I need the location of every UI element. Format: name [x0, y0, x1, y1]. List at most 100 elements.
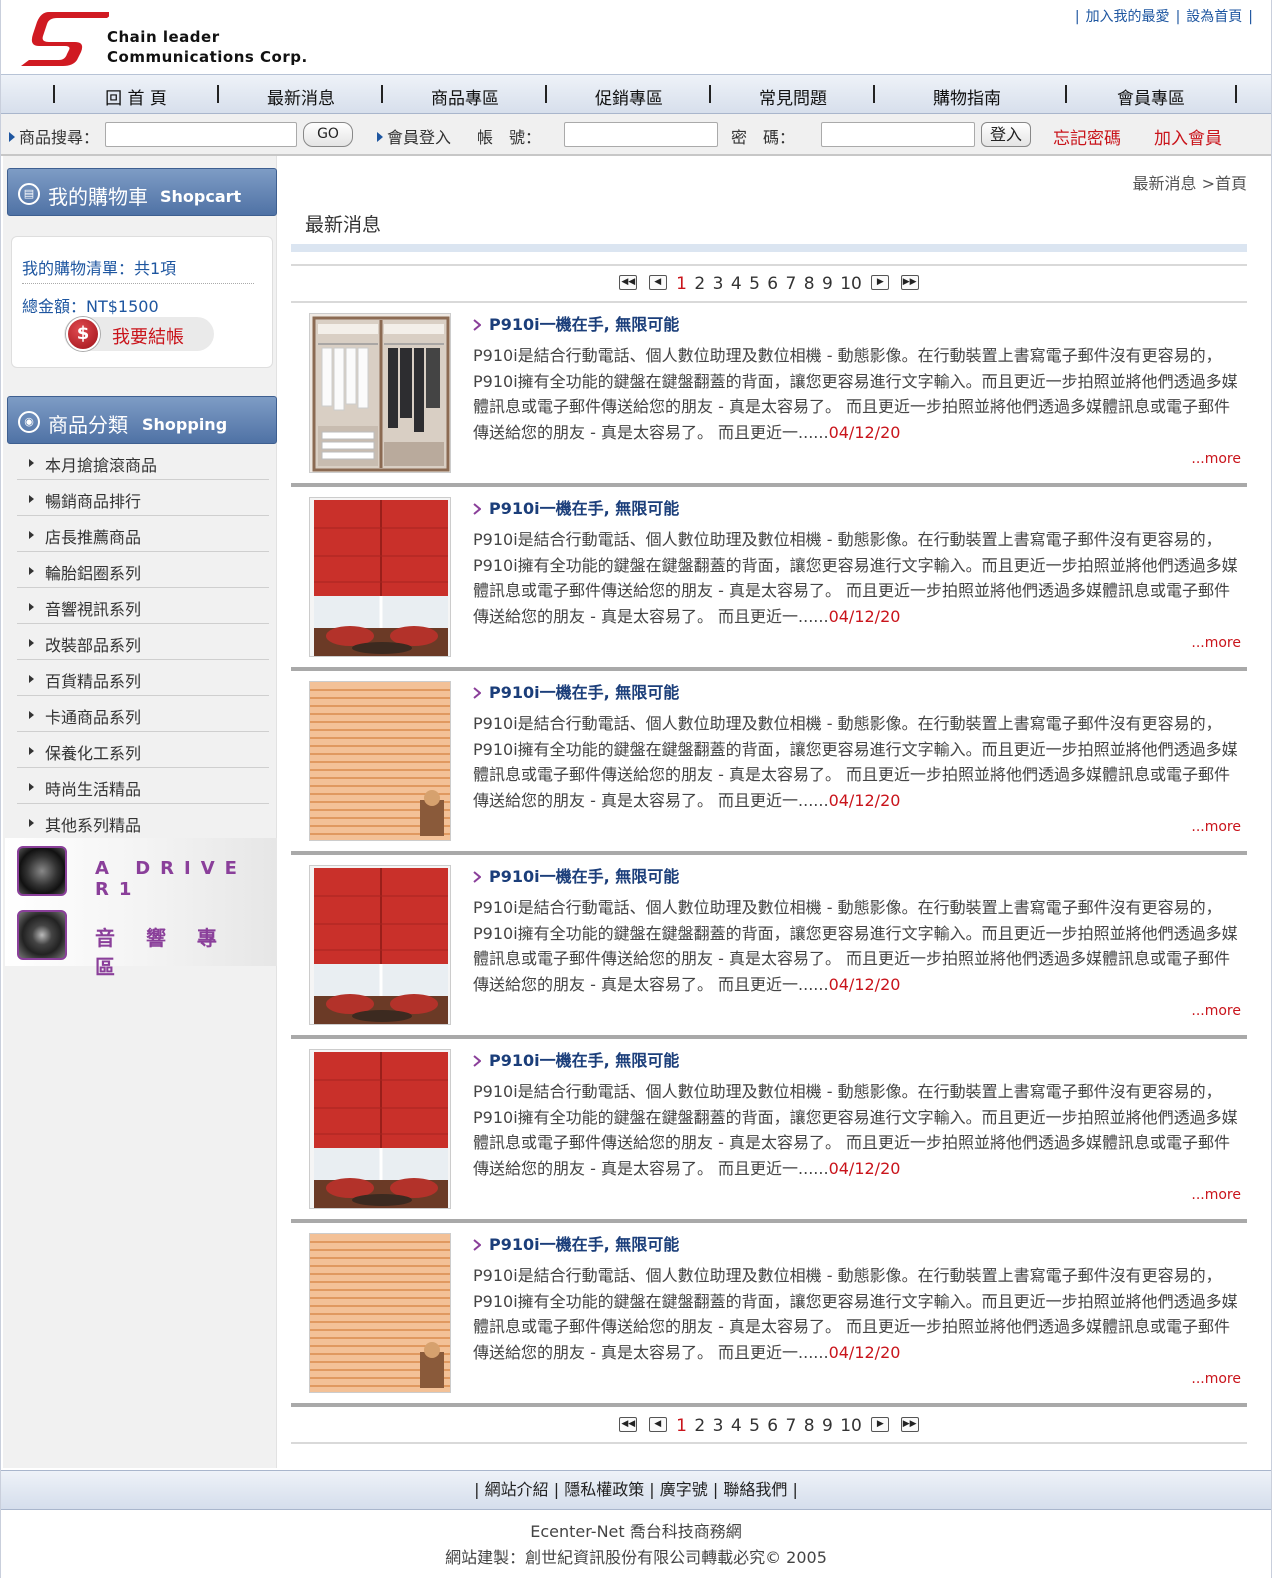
tire-banner-label: A DRIVE R1	[95, 858, 247, 900]
roman-shade-image[interactable]	[309, 865, 451, 1025]
page-link[interactable]: 5	[749, 274, 760, 294]
nav-shopping-guide[interactable]: 購物指南	[917, 84, 1017, 109]
bullet-icon	[29, 747, 34, 755]
account-label: 帳 號：	[477, 128, 542, 147]
page-link[interactable]: 2	[694, 1416, 705, 1436]
page-link[interactable]: 4	[731, 1416, 742, 1436]
category-item[interactable]: 店長推薦商品	[17, 516, 269, 552]
news-item: P910i一機在手, 無限可能 P910i是結合行動電話、個人數位助理及數位相機…	[291, 855, 1247, 1039]
page-link[interactable]: 1	[676, 1416, 687, 1436]
footer-about-link[interactable]: 網站介紹	[485, 1480, 549, 1499]
nav-news[interactable]: 最新消息	[251, 84, 351, 109]
first-page-icon[interactable]: ◀◀	[619, 1416, 638, 1432]
page-link[interactable]: 10	[840, 274, 862, 294]
title-bullet-icon	[473, 1239, 481, 1251]
category-item[interactable]: 百貨精品系列	[17, 660, 269, 696]
add-favorite-link[interactable]: 加入我的最愛	[1086, 9, 1170, 25]
news-title-link[interactable]: P910i一機在手, 無限可能	[473, 863, 679, 887]
news-item: P910i一機在手, 無限可能 P910i是結合行動電話、個人數位助理及數位相機…	[291, 671, 1247, 855]
footer-contact-link[interactable]: 聯絡我們	[723, 1480, 787, 1499]
wardrobe-image[interactable]	[309, 313, 451, 473]
more-link[interactable]: ...more	[1191, 635, 1241, 651]
password-input[interactable]	[821, 122, 975, 147]
news-title-link[interactable]: P910i一機在手, 無限可能	[473, 679, 679, 703]
category-item[interactable]: 卡通商品系列	[17, 696, 269, 732]
more-link[interactable]: ...more	[1191, 1371, 1241, 1387]
bullet-icon	[29, 531, 34, 539]
news-description: P910i是結合行動電話、個人數位助理及數位相機 - 動態影像。在行動裝置上書寫…	[473, 1082, 1238, 1179]
nav-members[interactable]: 會員專區	[1101, 84, 1201, 109]
page-link[interactable]: 6	[767, 274, 778, 294]
logo[interactable]: Chain leader Communications Corp.	[19, 4, 309, 68]
nav-faq[interactable]: 常見問題	[743, 84, 843, 109]
audio-banner[interactable]: 音 響 專 區	[5, 902, 277, 979]
product-search-input[interactable]	[105, 122, 297, 147]
tire-banner[interactable]: A DRIVE R1	[5, 838, 277, 902]
page-link[interactable]: 4	[731, 274, 742, 294]
news-item: P910i一機在手, 無限可能 P910i是結合行動電話、個人數位助理及數位相機…	[291, 1039, 1247, 1223]
nav-divider	[53, 85, 55, 103]
roman-shade-image[interactable]	[309, 1049, 451, 1209]
page-link[interactable]: 7	[786, 274, 797, 294]
wood-blinds-image[interactable]	[309, 681, 451, 841]
page-link[interactable]: 10	[840, 1416, 862, 1436]
news-title-link[interactable]: P910i一機在手, 無限可能	[473, 311, 679, 335]
page-link[interactable]: 7	[786, 1416, 797, 1436]
category-item[interactable]: 輪胎鋁圈系列	[17, 552, 269, 588]
page-link[interactable]: 3	[713, 274, 724, 294]
page-link[interactable]: 1	[676, 274, 687, 294]
page-link[interactable]: 9	[822, 1416, 833, 1436]
more-link[interactable]: ...more	[1191, 1003, 1241, 1019]
nav-divider	[381, 85, 383, 103]
next-page-icon[interactable]: ▶	[871, 274, 890, 290]
account-input[interactable]	[564, 122, 718, 147]
page-link[interactable]: 8	[804, 274, 815, 294]
next-page-icon[interactable]: ▶	[871, 1416, 890, 1432]
audio-banner-label: 音 響 專 區	[95, 926, 229, 979]
roman-shade-image[interactable]	[309, 497, 451, 657]
checkout-button[interactable]: $ 我要結帳	[64, 317, 214, 351]
breadcrumb: 最新消息 >首頁	[1132, 174, 1248, 193]
last-page-icon[interactable]: ▶▶	[900, 1416, 919, 1432]
login-button[interactable]: 登入	[981, 122, 1031, 147]
search-go-button[interactable]: GO	[303, 122, 353, 147]
category-item[interactable]: 時尚生活精品	[17, 768, 269, 804]
password-label: 密 碼：	[731, 128, 796, 147]
forgot-password-link[interactable]: 忘記密碼	[1053, 124, 1121, 149]
footer-license-link[interactable]: 廣字號	[660, 1480, 708, 1499]
category-item[interactable]: 本月搶搶滾商品	[17, 444, 269, 480]
page-link[interactable]: 8	[804, 1416, 815, 1436]
category-item[interactable]: 其他系列精品	[17, 804, 269, 840]
news-title-link[interactable]: P910i一機在手, 無限可能	[473, 495, 679, 519]
bullet-icon	[29, 819, 34, 827]
page-link[interactable]: 2	[694, 274, 705, 294]
news-title-link[interactable]: P910i一機在手, 無限可能	[473, 1047, 679, 1071]
join-member-link[interactable]: 加入會員	[1154, 124, 1222, 149]
nav-promotions[interactable]: 促銷專區	[579, 84, 679, 109]
page-link[interactable]: 5	[749, 1416, 760, 1436]
first-page-icon[interactable]: ◀◀	[619, 274, 638, 290]
category-item[interactable]: 音響視訊系列	[17, 588, 269, 624]
title-bullet-icon	[473, 503, 481, 515]
more-link[interactable]: ...more	[1191, 1187, 1241, 1203]
news-description: P910i是結合行動電話、個人數位助理及數位相機 - 動態影像。在行動裝置上書寫…	[473, 714, 1238, 811]
category-item[interactable]: 改裝部品系列	[17, 624, 269, 660]
prev-page-icon[interactable]: ◀	[648, 1416, 667, 1432]
nav-products[interactable]: 商品專區	[415, 84, 515, 109]
news-title-link[interactable]: P910i一機在手, 無限可能	[473, 1231, 679, 1255]
page-link[interactable]: 9	[822, 274, 833, 294]
more-link[interactable]: ...more	[1191, 451, 1241, 467]
cart-list-link[interactable]: 我的購物清單：共1項	[22, 255, 176, 279]
footer-privacy-link[interactable]: 隱私權政策	[564, 1480, 644, 1499]
wood-blinds-image[interactable]	[309, 1233, 451, 1393]
category-item[interactable]: 暢銷商品排行	[17, 480, 269, 516]
last-page-icon[interactable]: ▶▶	[900, 274, 919, 290]
prev-page-icon[interactable]: ◀	[648, 274, 667, 290]
category-item[interactable]: 保養化工系列	[17, 732, 269, 768]
nav-home[interactable]: 回 首 頁	[91, 84, 181, 109]
page-link[interactable]: 6	[767, 1416, 778, 1436]
set-homepage-link[interactable]: 設為首頁	[1186, 9, 1242, 25]
more-link[interactable]: ...more	[1191, 819, 1241, 835]
cart-total: 總金額：NT$1500	[22, 297, 159, 316]
page-link[interactable]: 3	[713, 1416, 724, 1436]
